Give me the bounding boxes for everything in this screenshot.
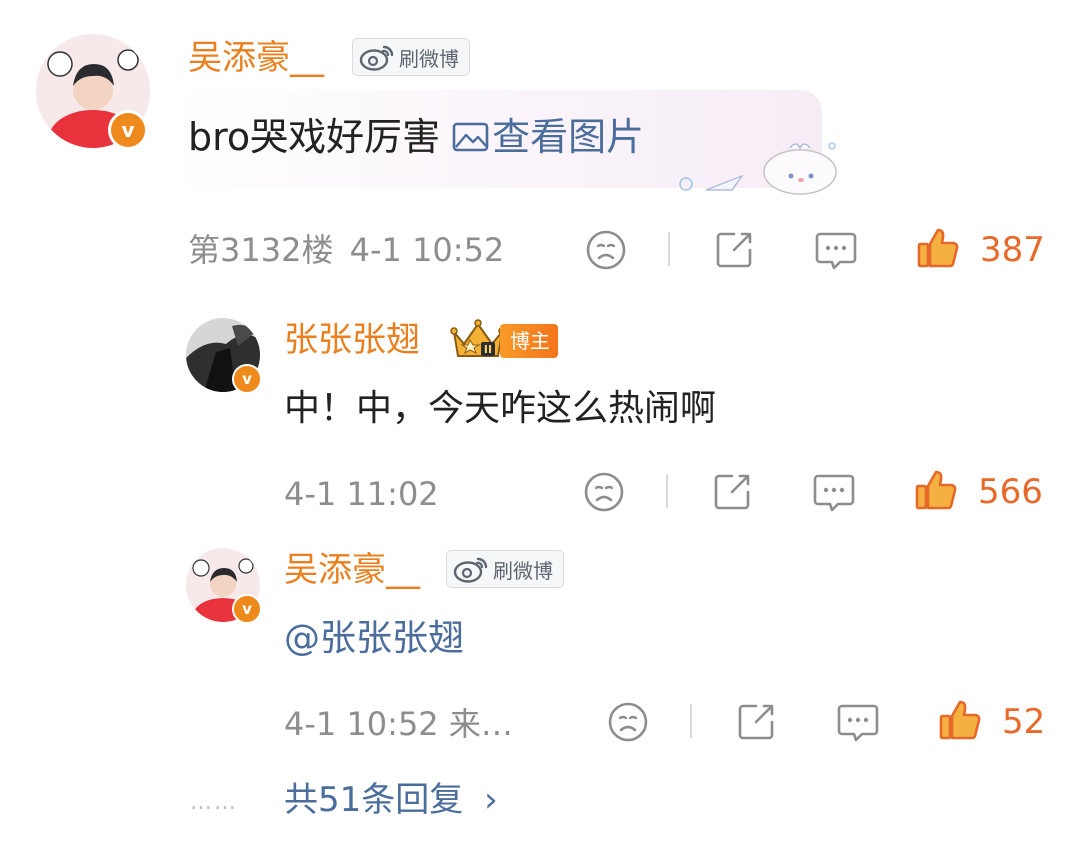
badge-label: 刷微博 [399, 46, 459, 71]
mention-link[interactable]: @张张张翅 [284, 616, 464, 662]
like-count: 387 [980, 230, 1045, 270]
thumbs-up-icon[interactable] [938, 698, 982, 742]
divider [666, 474, 668, 508]
like-count: 566 [978, 472, 1043, 512]
like-count: 52 [1002, 702, 1046, 742]
comment-text-line: bro哭戏好厉害 查看图片 [188, 114, 644, 160]
reply-username[interactable]: 吴添豪__ [284, 550, 420, 590]
comment-time: 4-1 10:52 [349, 231, 505, 269]
sad-face-icon[interactable] [582, 470, 626, 514]
weibo-badge[interactable]: 刷微博 [446, 550, 564, 588]
crown-icon: II [450, 319, 506, 357]
verified-badge-icon: v [232, 364, 262, 394]
weibo-logo-icon [359, 45, 394, 71]
more-replies-label[interactable]: 共51条回复 [284, 780, 463, 820]
view-image-label[interactable]: 查看图片 [492, 115, 644, 159]
divider [668, 232, 670, 266]
weibo-logo-icon [453, 557, 488, 583]
comment-icon[interactable] [836, 702, 880, 744]
reply-time: 4-1 11:02 [284, 475, 439, 513]
reply-time: 4-1 10:52 来… [284, 705, 513, 743]
verified-badge-icon: v [108, 110, 148, 150]
sad-face-icon[interactable] [606, 700, 650, 744]
sad-face-icon[interactable] [584, 228, 628, 272]
floor-number: 第3132楼 [188, 231, 334, 269]
chevron-right-icon: › [484, 780, 498, 820]
share-icon[interactable] [710, 470, 754, 514]
reply-username[interactable]: 张张张翅 [284, 320, 420, 360]
bubble-decoration-icon [679, 142, 837, 195]
comment-icon[interactable] [814, 230, 858, 272]
reply-text: 中！中，今天咋这么热闹啊 [284, 388, 717, 429]
divider [690, 704, 692, 738]
weibo-badge[interactable]: 刷微博 [352, 38, 470, 76]
more-dots: …… [190, 790, 238, 815]
thumbs-up-icon[interactable] [914, 468, 958, 512]
share-icon[interactable] [734, 700, 778, 744]
host-badge: 博主 [500, 324, 558, 358]
comment-text: bro哭戏好厉害 [188, 115, 441, 159]
crown-level: II [484, 343, 492, 356]
view-image-link[interactable]: 查看图片 [440, 115, 644, 159]
verified-badge-icon: v [232, 594, 262, 624]
comment-meta: 第3132楼 4-1 10:52 [188, 230, 504, 270]
picture-icon [452, 122, 489, 152]
share-icon[interactable] [712, 228, 756, 272]
badge-label: 刷微博 [493, 558, 553, 583]
thumbs-up-icon[interactable] [916, 226, 960, 270]
comment-username[interactable]: 吴添豪__ [188, 38, 324, 78]
comment-icon[interactable] [812, 472, 856, 514]
more-replies-link[interactable]: 共51条回复 › [284, 780, 498, 820]
